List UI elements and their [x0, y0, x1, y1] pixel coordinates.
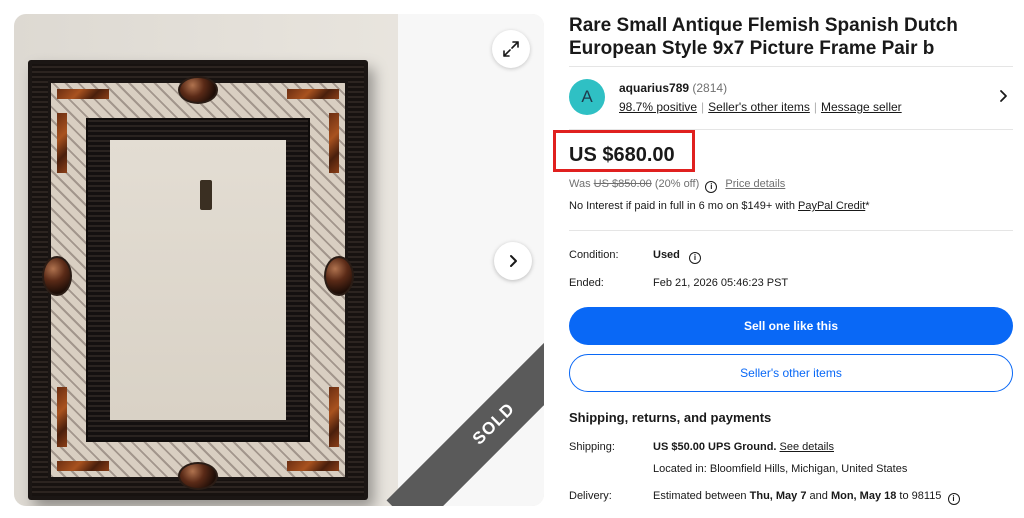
- delivery-and: and: [809, 490, 828, 502]
- delivery-label: Delivery:: [569, 490, 612, 502]
- sell-one-like-this-button[interactable]: Sell one like this: [569, 307, 1013, 345]
- listing-info: Rare Small Antique Flemish Spanish Dutch…: [553, 14, 1013, 505]
- item-location: Located in: Bloomfield Hills, Michigan, …: [653, 463, 908, 475]
- avatar[interactable]: A: [569, 79, 605, 115]
- message-seller-link[interactable]: Message seller: [821, 100, 902, 114]
- paypal-credit-link[interactable]: PayPal Credit: [798, 200, 865, 212]
- delivery-to: to 98115: [899, 490, 942, 502]
- expand-button[interactable]: [492, 30, 530, 68]
- delivery-start: Thu, May 7: [749, 490, 807, 502]
- info-icon[interactable]: i: [688, 251, 701, 264]
- discount-percent: (20% off): [654, 178, 700, 190]
- delivery-prefix: Estimated between: [653, 490, 747, 502]
- divider: [569, 230, 1013, 231]
- see-details-link[interactable]: See details: [780, 441, 834, 453]
- financing-text: No Interest if paid in full in 6 mo on $…: [569, 200, 795, 212]
- delivery-value: Estimated between Thu, May 7 and Mon, Ma…: [653, 490, 963, 505]
- next-image-button[interactable]: [494, 242, 532, 280]
- shipping-value-wrap: US $50.00 UPS Ground. See details: [653, 441, 834, 453]
- seller-feedback-count: (2814): [692, 81, 728, 95]
- was-label: Was: [569, 178, 591, 190]
- was-price: US $850.00: [593, 178, 652, 190]
- chevron-right-icon: [510, 255, 517, 267]
- delivery-end: Mon, May 18: [830, 490, 897, 502]
- info-icon[interactable]: i: [705, 180, 718, 193]
- info-icon[interactable]: i: [947, 492, 960, 505]
- condition-label: Condition:: [569, 249, 619, 261]
- ended-label: Ended:: [569, 277, 604, 289]
- seller-username[interactable]: aquarius789: [619, 81, 689, 95]
- picture-frame-image: [28, 60, 368, 500]
- seller-links: 98.7% positive | Seller's other items | Mess…: [619, 100, 902, 114]
- seller-chevron-button[interactable]: [997, 89, 1009, 108]
- financing-offer: No Interest if paid in full in 6 mo on $…: [569, 200, 870, 212]
- seller-feedback-link[interactable]: 98.7% positive: [619, 100, 697, 114]
- seller-other-items-link[interactable]: Seller's other items: [708, 100, 810, 114]
- listing-title: Rare Small Antique Flemish Spanish Dutch…: [569, 15, 958, 59]
- price-details-link[interactable]: Price details: [725, 178, 785, 190]
- shipping-label: Shipping:: [569, 441, 615, 453]
- seller-name[interactable]: aquarius789 (2814): [619, 81, 727, 95]
- sellers-other-items-button[interactable]: Seller's other items: [569, 354, 1013, 392]
- image-gallery[interactable]: SOLD: [14, 14, 544, 506]
- financing-suffix: *: [865, 200, 870, 212]
- shipping-section-heading: Shipping, returns, and payments: [569, 410, 772, 425]
- condition-value-wrap: Used i: [653, 249, 704, 264]
- item-price: US $680.00: [569, 144, 675, 166]
- expand-icon: [503, 41, 519, 57]
- seller-card[interactable]: A aquarius789 (2814) 98.7% positive | Sell…: [569, 66, 1013, 130]
- ended-value: Feb 21, 2026 05:46:23 PST: [653, 277, 789, 289]
- chevron-right-icon: [1000, 90, 1007, 102]
- condition-value: Used: [653, 249, 680, 261]
- shipping-value: US $50.00 UPS Ground.: [653, 441, 777, 453]
- was-price-line: Was US $850.00 (20% off) i Price details: [569, 178, 785, 193]
